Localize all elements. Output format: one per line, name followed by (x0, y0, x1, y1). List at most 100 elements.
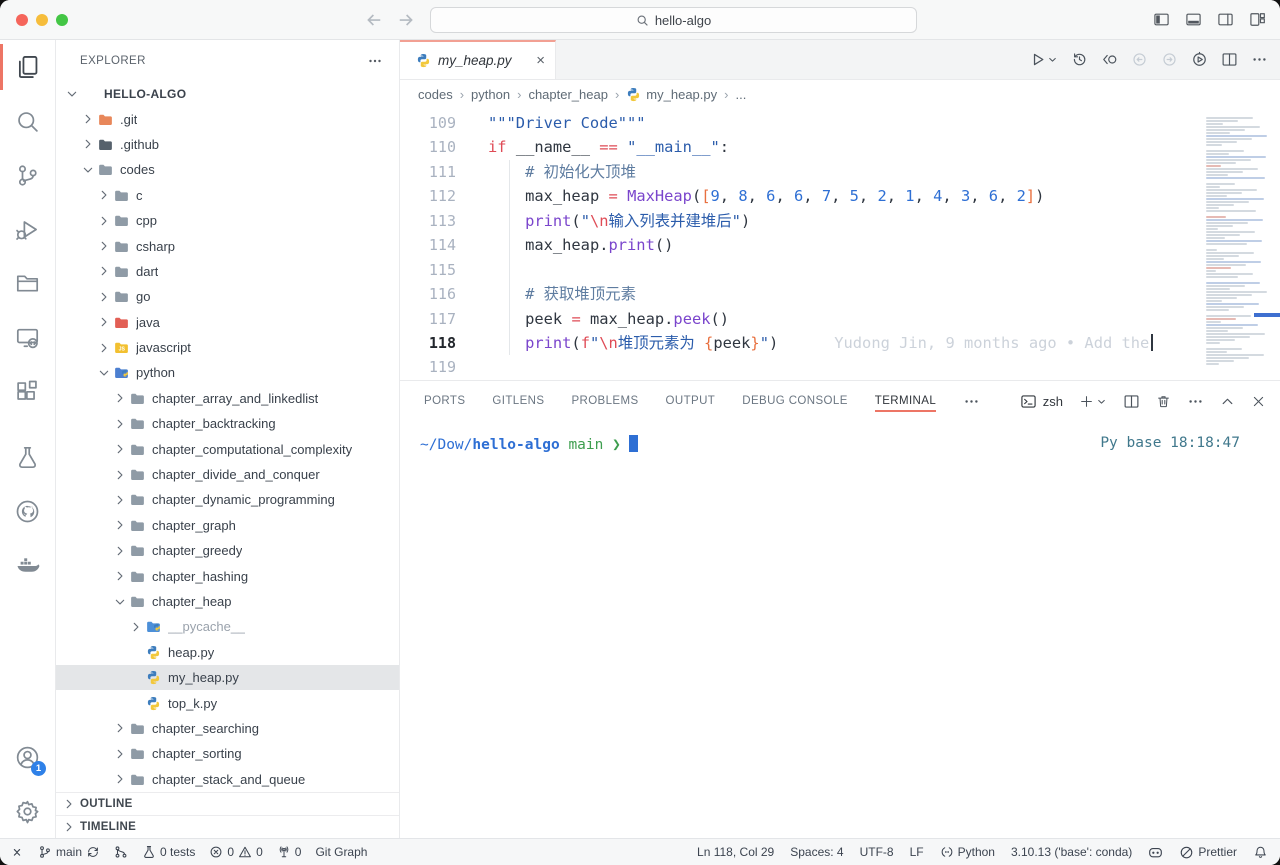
copilot-status[interactable] (1148, 845, 1163, 860)
minimize-window-button[interactable] (36, 14, 48, 26)
tree-file-top-k-py[interactable]: top_k.py (56, 690, 399, 715)
history-forward-icon[interactable] (396, 10, 416, 30)
terminal[interactable]: ~/Dow/hello-algo main ❯ Py base 18:18:47 (400, 421, 1280, 453)
breadcrumb-item-my-heap-py[interactable]: my_heap.py (626, 87, 717, 102)
compare-icon[interactable] (1101, 51, 1118, 68)
close-window-button[interactable] (16, 14, 28, 26)
new-terminal-button[interactable] (1079, 394, 1107, 409)
breadcrumb-item-chapter-heap[interactable]: chapter_heap (528, 87, 608, 102)
tree-folder-dart[interactable]: dart (56, 259, 399, 284)
tree-folder-chapter-greedy[interactable]: chapter_greedy (56, 538, 399, 563)
split-terminal-icon[interactable] (1123, 393, 1140, 410)
tree-folder-java[interactable]: java (56, 310, 399, 335)
command-center-search[interactable]: hello-algo (430, 7, 917, 33)
toggle-panel-icon[interactable] (1185, 11, 1202, 28)
zoom-window-button[interactable] (56, 14, 68, 26)
tree-folder--git[interactable]: .git (56, 106, 399, 131)
activity-explorer[interactable] (0, 40, 55, 94)
panel-more-actions-icon[interactable] (1187, 393, 1204, 410)
activity-project-folder[interactable] (0, 256, 55, 310)
tree-file-my-heap-py[interactable]: my_heap.py (56, 665, 399, 690)
open-run-icon[interactable] (1191, 51, 1208, 68)
tree-folder--github[interactable]: .github (56, 132, 399, 157)
tree-folder-chapter-divide-and-conquer[interactable]: chapter_divide_and_conquer (56, 462, 399, 487)
tree-file-heap-py[interactable]: heap.py (56, 640, 399, 665)
eol[interactable]: LF (910, 845, 924, 859)
kill-terminal-icon[interactable] (1156, 394, 1171, 409)
tree-folder-cpp[interactable]: cpp (56, 208, 399, 233)
circle-arrow-left-icon[interactable] (1131, 51, 1148, 68)
breadcrumb-item--[interactable]: ... (735, 87, 746, 102)
prettier-status[interactable]: Prettier (1179, 845, 1237, 860)
encoding[interactable]: UTF-8 (860, 845, 894, 859)
tree-folder-csharp[interactable]: csharp (56, 233, 399, 258)
activity-search[interactable] (0, 94, 55, 148)
tree-folder-chapter-backtracking[interactable]: chapter_backtracking (56, 411, 399, 436)
sidebar-section-timeline[interactable]: TIMELINE (56, 815, 399, 838)
tree-folder-chapter-dynamic-programming[interactable]: chapter_dynamic_programming (56, 487, 399, 512)
tree-folder-chapter-hashing[interactable]: chapter_hashing (56, 563, 399, 588)
circle-arrow-right-icon[interactable] (1161, 51, 1178, 68)
tree-folder-chapter-searching[interactable]: chapter_searching (56, 716, 399, 741)
history-back-icon[interactable] (364, 10, 384, 30)
panel-tab-gitlens[interactable]: GITLENS (492, 381, 544, 421)
tests-status[interactable]: 0 tests (142, 845, 195, 859)
tree-folder-python[interactable]: python (56, 360, 399, 385)
history-icon[interactable] (1071, 51, 1088, 68)
close-panel-icon[interactable] (1251, 394, 1266, 409)
git-graph-icon-item[interactable] (114, 845, 128, 859)
tree-folder--pycache-[interactable]: __pycache__ (56, 614, 399, 639)
terminal-shell-selector[interactable]: zsh (1020, 393, 1063, 410)
customize-layout-icon[interactable] (1249, 11, 1266, 28)
breadcrumb-item-codes[interactable]: codes (418, 87, 453, 102)
git-graph-button[interactable]: Git Graph (315, 845, 367, 859)
split-editor-icon[interactable] (1221, 51, 1238, 68)
problems-status[interactable]: 00 (209, 845, 262, 859)
activity-accounts[interactable]: 1 (0, 730, 55, 784)
tab-close-icon[interactable]: × (536, 52, 545, 69)
tree-folder-chapter-heap[interactable]: chapter_heap (56, 589, 399, 614)
cursor-position[interactable]: Ln 118, Col 29 (697, 845, 774, 859)
activity-extensions[interactable] (0, 364, 55, 418)
tree-folder-javascript[interactable]: JSjavascript (56, 335, 399, 360)
panel-tab-terminal[interactable]: TERMINAL (875, 381, 936, 421)
activity-settings[interactable] (0, 784, 55, 838)
panel-more-tabs-icon[interactable] (963, 393, 980, 410)
tree-folder-chapter-computational-complexity[interactable]: chapter_computational_complexity (56, 436, 399, 461)
remote-indicator[interactable] (10, 845, 24, 859)
panel-tab-debug-console[interactable]: DEBUG CONSOLE (742, 381, 848, 421)
activity-docker[interactable] (0, 538, 55, 592)
tree-folder-go[interactable]: go (56, 284, 399, 309)
toggle-sidebar-right-icon[interactable] (1217, 11, 1234, 28)
tree-folder-chapter-stack-and-queue[interactable]: chapter_stack_and_queue (56, 767, 399, 792)
activity-testing[interactable] (0, 430, 55, 484)
tree-folder-codes[interactable]: codes (56, 157, 399, 182)
activity-run-debug[interactable] (0, 202, 55, 256)
indentation[interactable]: Spaces: 4 (790, 845, 843, 859)
toggle-sidebar-left-icon[interactable] (1153, 11, 1170, 28)
more-icon[interactable] (1251, 51, 1268, 68)
minimap[interactable] (1196, 108, 1280, 380)
activity-github[interactable] (0, 484, 55, 538)
panel-tab-output[interactable]: OUTPUT (666, 381, 716, 421)
sidebar-section-outline[interactable]: OUTLINE (56, 792, 399, 815)
tree-folder-chapter-graph[interactable]: chapter_graph (56, 513, 399, 538)
tree-folder-c[interactable]: c (56, 183, 399, 208)
language-mode[interactable]: Python (940, 845, 995, 859)
branch-status[interactable]: main (38, 845, 100, 859)
maximize-panel-icon[interactable] (1220, 394, 1235, 409)
activity-source-control[interactable] (0, 148, 55, 202)
tree-folder-HELLO-ALGO[interactable]: HELLO-ALGO (56, 81, 399, 106)
panel-tab-ports[interactable]: PORTS (424, 381, 465, 421)
tree-folder-chapter-sorting[interactable]: chapter_sorting (56, 741, 399, 766)
panel-tab-problems[interactable]: PROBLEMS (571, 381, 638, 421)
code-editor[interactable]: 109"""Driver Code"""110if __name__ == "_… (400, 108, 1280, 380)
tree-folder-chapter-array-and-linkedlist[interactable]: chapter_array_and_linkedlist (56, 386, 399, 411)
breadcrumb-item-python[interactable]: python (471, 87, 510, 102)
python-interpreter[interactable]: 3.10.13 ('base': conda) (1011, 845, 1132, 859)
tab-my-heap[interactable]: my_heap.py × (400, 40, 556, 79)
sidebar-more-actions-icon[interactable] (367, 53, 383, 69)
activity-remote-explorer[interactable] (0, 310, 55, 364)
notifications[interactable] (1253, 845, 1268, 860)
ports-status[interactable]: 0 (277, 845, 302, 859)
